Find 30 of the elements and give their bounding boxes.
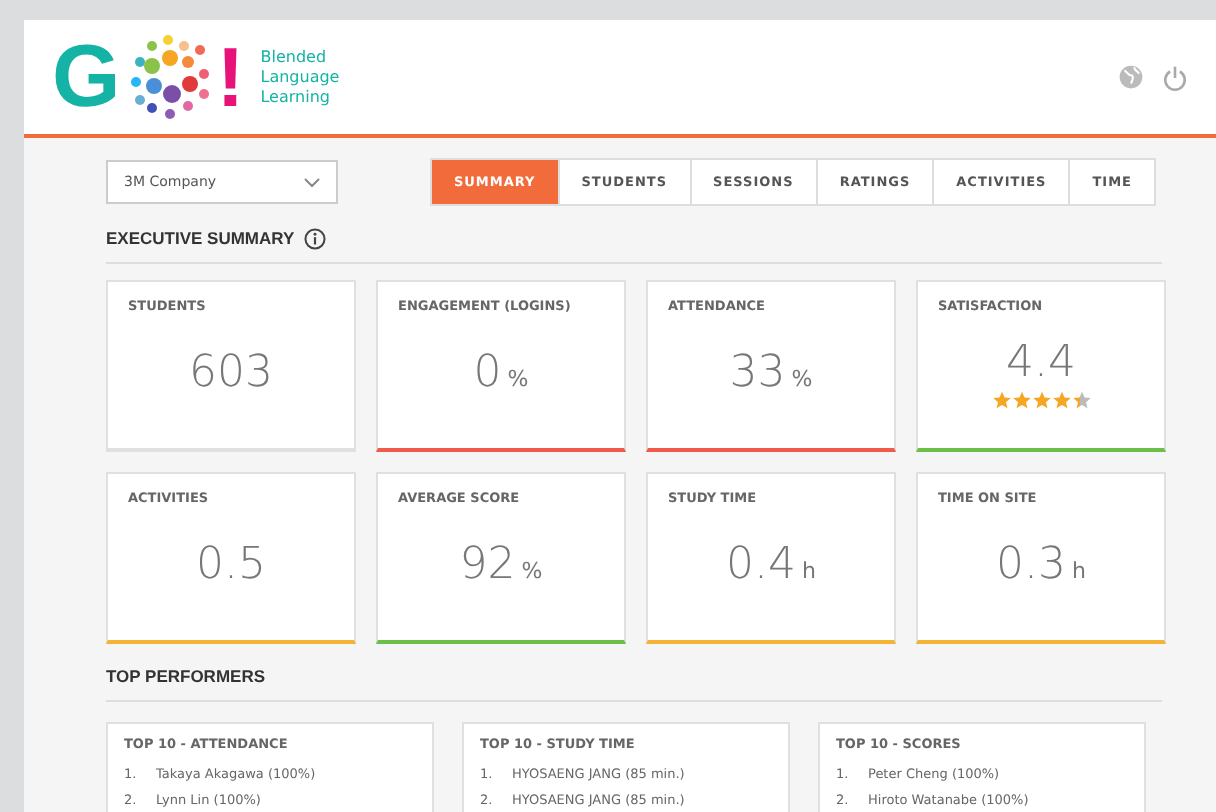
- logo-exclamation: !: [216, 35, 245, 119]
- star-icon: [1071, 389, 1091, 409]
- metric-value: 603: [189, 348, 273, 398]
- metric-unit: h: [802, 558, 816, 584]
- metric-value: 33: [729, 348, 786, 398]
- star-icon: [991, 389, 1011, 409]
- metric-value: 0.5: [196, 540, 266, 590]
- logo-letter: G: [52, 33, 121, 121]
- metric-unit: %: [521, 558, 543, 584]
- power-icon[interactable]: [1162, 63, 1188, 91]
- section-title: TOP PERFORMERS: [106, 666, 266, 686]
- star-icon: [1051, 389, 1071, 409]
- metric-unit: %: [507, 366, 529, 392]
- logo-tagline: Learning: [260, 87, 332, 107]
- metric-unit: %: [791, 366, 813, 392]
- metric-value: 92: [459, 540, 516, 590]
- dots-logo-icon: [128, 33, 213, 121]
- metric-value: 4.4: [1006, 337, 1076, 387]
- metric-unit: h: [1072, 558, 1086, 584]
- logo-tagline: Blended: [260, 47, 329, 67]
- globe-icon[interactable]: [1118, 63, 1144, 89]
- logo-tagline: Language: [260, 67, 340, 87]
- metric-value: 0.4: [726, 540, 796, 590]
- info-icon[interactable]: [304, 227, 327, 249]
- metric-value: 0.3: [996, 540, 1066, 590]
- star-icon: [1011, 389, 1031, 409]
- section-title: EXECUTIVE SUMMARY: [106, 228, 295, 248]
- chevron-down-icon: [304, 177, 320, 187]
- star-icon: [1031, 389, 1051, 409]
- metric-value: 0: [473, 348, 502, 398]
